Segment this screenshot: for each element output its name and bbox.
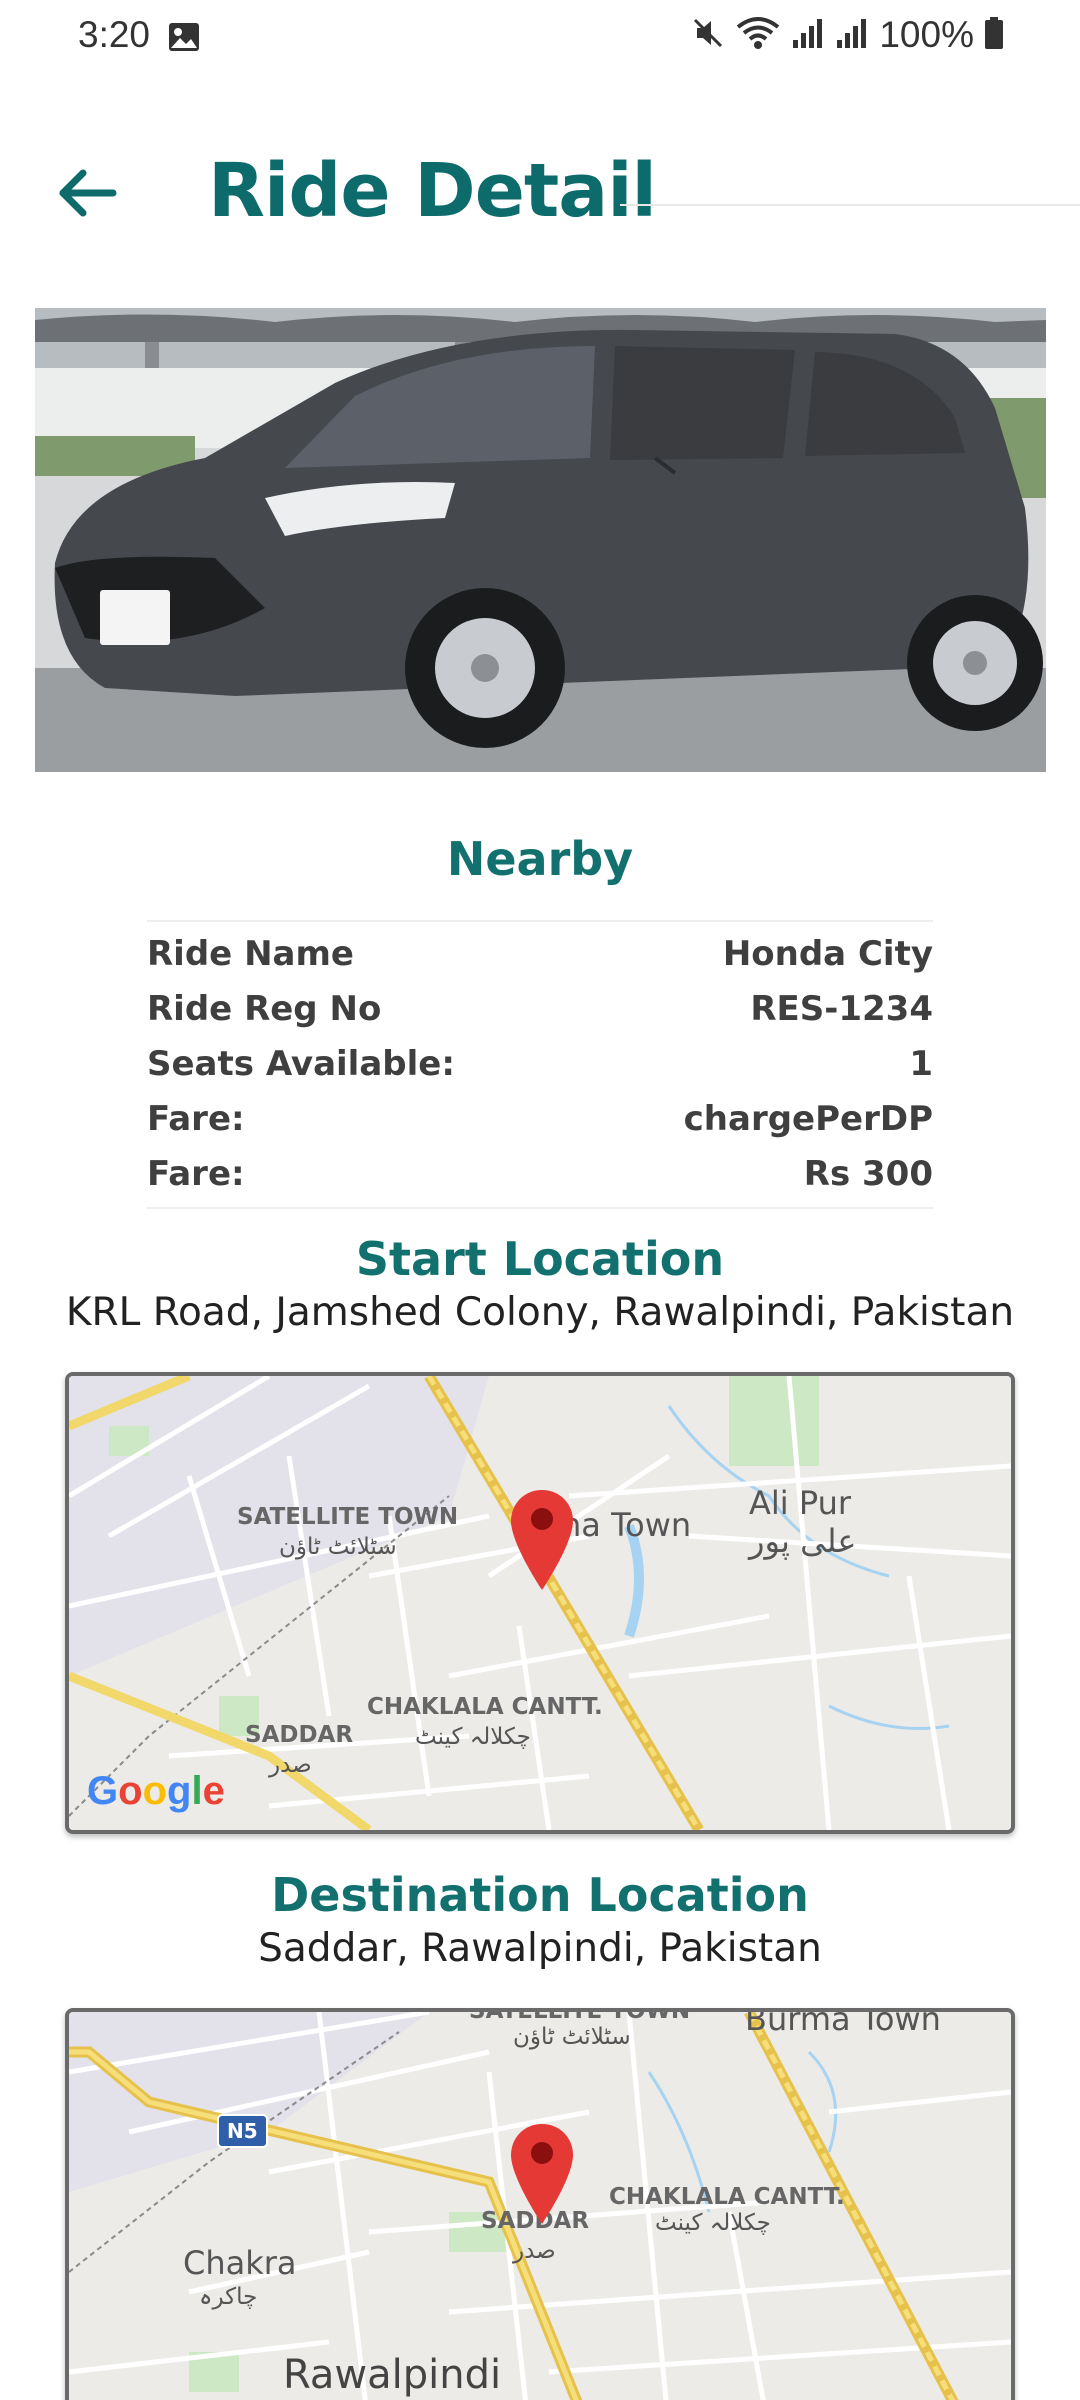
map-label-satellite-town: SATELLITE TOWN xyxy=(237,1504,459,1530)
destination-location-heading: Destination Location xyxy=(271,1868,809,1922)
map-label-satellite-town: SATELLITE TOWN xyxy=(469,2008,691,2024)
detail-value: Rs 300 xyxy=(803,1153,933,1194)
status-icons: 100% xyxy=(691,14,1004,56)
detail-value: Honda City xyxy=(722,933,933,974)
map-pin-icon[interactable] xyxy=(509,2122,575,2226)
detail-label: Fare: xyxy=(147,1153,245,1194)
detail-row-fare-amount: Fare: Rs 300 xyxy=(147,1146,933,1201)
image-icon xyxy=(168,22,200,52)
destination-location-map[interactable]: SATELLITE TOWN سٹلائٹ ٹاؤن Burma Town N5… xyxy=(65,2008,1015,2400)
map-label-chaklala: CHAKLALA CANTT. xyxy=(367,1694,603,1720)
detail-row-fare-type: Fare: chargePerDP xyxy=(147,1091,933,1146)
detail-value: 1 xyxy=(909,1043,933,1084)
signal-icon xyxy=(791,16,825,54)
map-label-chaklala: CHAKLALA CANTT. xyxy=(609,2184,845,2210)
page-title: Ride Detail xyxy=(208,148,657,234)
map-label-saddar-urdu: صدر xyxy=(269,1752,312,1778)
mute-icon xyxy=(691,16,725,54)
start-address: KRL Road, Jamshed Colony, Rawalpindi, Pa… xyxy=(65,1290,1015,1335)
map-label-satellite-town-urdu: سٹلائٹ ٹاؤن xyxy=(513,2024,631,2050)
map-label-chaklala-urdu: چکلالہ کینٹ xyxy=(415,1724,531,1750)
detail-value: chargePerDP xyxy=(683,1098,933,1139)
map-label-satellite-town-urdu: سٹلائٹ ٹاؤن xyxy=(279,1534,397,1560)
route-badge-n5: N5 xyxy=(217,2114,268,2148)
app-bar: Ride Detail xyxy=(0,140,1080,250)
detail-label: Seats Available: xyxy=(147,1043,455,1084)
detail-row-reg-no: Ride Reg No RES-1234 xyxy=(147,981,933,1036)
wifi-icon xyxy=(735,16,781,54)
destination-address: Saddar, Rawalpindi, Pakistan xyxy=(258,1926,822,1971)
map-label-chakra: Chakra xyxy=(183,2244,297,2282)
status-bar: 3:20 100% xyxy=(0,0,1080,78)
detail-value: RES-1234 xyxy=(750,988,933,1029)
battery-icon xyxy=(984,16,1004,54)
back-button[interactable] xyxy=(52,160,122,230)
car-photo xyxy=(35,308,1046,772)
detail-row-ride-name: Ride Name Honda City xyxy=(147,926,933,981)
google-logo: Google xyxy=(87,1769,225,1813)
detail-row-seats: Seats Available: 1 xyxy=(147,1036,933,1091)
back-arrow-icon xyxy=(57,168,117,222)
start-location-heading: Start Location xyxy=(355,1232,725,1286)
start-location-map[interactable]: SATELLITE TOWN سٹلائٹ ٹاؤن na Town Ali P… xyxy=(65,1372,1015,1834)
signal-icon xyxy=(835,16,869,54)
map-label-saddar-urdu: صدر xyxy=(513,2238,556,2264)
map-pin-icon[interactable] xyxy=(509,1488,575,1592)
map-label-saddar: SADDAR xyxy=(245,1722,354,1748)
map-label-chakra-urdu: چاکرہ xyxy=(199,2284,258,2310)
map-label-burma-town: Burma Town xyxy=(745,2008,941,2038)
status-time: 3:20 xyxy=(78,14,151,55)
details-heading: Nearby xyxy=(446,832,634,886)
detail-label: Ride Reg No xyxy=(147,988,382,1029)
map-label-burma-town: na Town xyxy=(561,1506,692,1544)
map-label-chaklala-urdu: چکلالہ کینٹ xyxy=(655,2210,771,2236)
detail-label: Fare: xyxy=(147,1098,245,1139)
map-label-rawalpindi: Rawalpindi xyxy=(283,2352,502,2398)
map-label-ali-pur-urdu: علی پور xyxy=(749,1522,857,1560)
battery-percent: 100% xyxy=(879,14,974,55)
divider xyxy=(620,204,1080,206)
ride-details-table: Ride Name Honda City Ride Reg No RES-123… xyxy=(147,920,933,1209)
map-label-ali-pur: Ali Pur xyxy=(749,1484,852,1522)
detail-label: Ride Name xyxy=(147,933,354,974)
